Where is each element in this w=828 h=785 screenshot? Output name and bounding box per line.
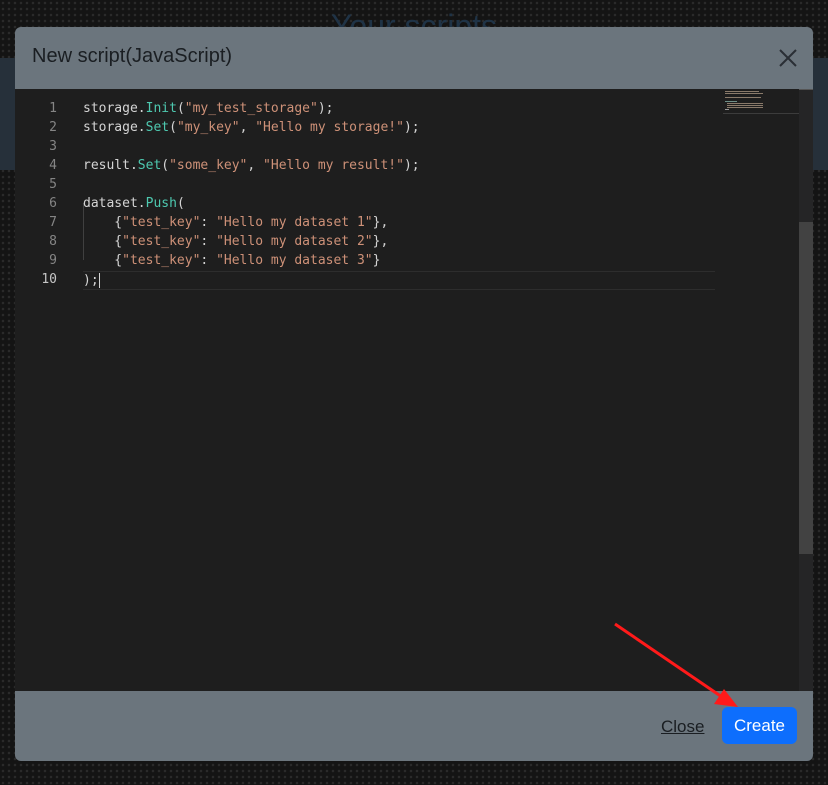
code-token: Set xyxy=(145,120,170,135)
code-token: { xyxy=(83,234,123,249)
code-token: : xyxy=(200,253,217,268)
code-token: "test_key" xyxy=(122,215,201,230)
code-token: Set xyxy=(137,158,162,173)
code-token: Push xyxy=(145,196,177,211)
code-token: , xyxy=(247,158,264,173)
code-line[interactable]: result.Set("some_key", "Hello my result!… xyxy=(83,156,420,175)
modal-title: New script(JavaScript) xyxy=(32,45,233,67)
code-token: "Hello my dataset 2" xyxy=(216,234,373,249)
code-token: "test_key" xyxy=(122,253,201,268)
code-token: }, xyxy=(372,234,389,249)
code-token: ); xyxy=(317,101,334,116)
code-token: "Hello my dataset 3" xyxy=(216,253,373,268)
code-token: result. xyxy=(83,158,138,173)
code-token: ); xyxy=(403,120,420,135)
scrollbar-top-edge xyxy=(799,89,813,90)
line-number: 5 xyxy=(49,177,57,192)
line-number-gutter: 1 2 3 4 5 6 7 8 9 10 xyxy=(15,89,77,691)
code-token: { xyxy=(83,215,123,230)
scrollbar-thumb[interactable] xyxy=(799,222,813,554)
editor-scrollbar[interactable] xyxy=(799,89,813,691)
code-token: "Hello my result!" xyxy=(263,158,404,173)
code-token: ( xyxy=(176,101,185,116)
code-token: { xyxy=(83,253,123,268)
line-number: 3 xyxy=(49,139,57,154)
code-token: : xyxy=(200,215,217,230)
code-line[interactable]: {"test_key": "Hello my dataset 3"} xyxy=(83,251,380,270)
text-cursor xyxy=(98,273,100,288)
code-token: "my_key" xyxy=(176,120,240,135)
code-token: "Hello my storage!" xyxy=(255,120,404,135)
code-token: "test_key" xyxy=(122,234,201,249)
code-editor[interactable]: 1 2 3 4 5 6 7 8 9 10 storage.Init("my_test_storag… xyxy=(15,89,813,691)
code-line[interactable]: storage.Init("my_test_storage"); xyxy=(83,99,333,118)
code-token: storage. xyxy=(83,101,146,116)
code-token: ); xyxy=(403,158,420,173)
code-line[interactable]: {"test_key": "Hello my dataset 2"}, xyxy=(83,232,388,251)
line-number: 10 xyxy=(41,272,57,287)
code-token: }, xyxy=(372,215,389,230)
code-area[interactable]: storage.Init("my_test_storage"); storage.… xyxy=(83,89,723,691)
line-number: 9 xyxy=(49,253,57,268)
code-line[interactable]: {"test_key": "Hello my dataset 1"}, xyxy=(83,213,388,232)
code-line[interactable]: storage.Set("my_key", "Hello my storage!… xyxy=(83,118,420,137)
code-token: "some_key" xyxy=(169,158,248,173)
code-token: , xyxy=(239,120,256,135)
line-number: 7 xyxy=(49,215,57,230)
code-line[interactable]: dataset.Push( xyxy=(83,194,185,213)
modal-header: New script(JavaScript) xyxy=(15,27,813,89)
code-token: storage. xyxy=(83,120,146,135)
line-number: 6 xyxy=(49,196,57,211)
code-token: } xyxy=(372,253,381,268)
line-number: 4 xyxy=(49,158,57,173)
code-token: ( xyxy=(169,120,177,135)
close-x-icon[interactable] xyxy=(777,47,799,69)
code-token: ( xyxy=(161,158,170,173)
minimap[interactable] xyxy=(723,89,799,114)
code-token: Init xyxy=(145,101,177,116)
line-number: 8 xyxy=(49,234,57,249)
close-button[interactable]: Close xyxy=(661,717,704,737)
code-token: "Hello my dataset 1" xyxy=(216,215,373,230)
new-script-modal: New script(JavaScript) 1 2 3 4 5 6 7 8 9 10 stora… xyxy=(15,27,813,761)
code-token: dataset. xyxy=(83,196,146,211)
line-number: 1 xyxy=(49,101,57,116)
code-token: : xyxy=(200,234,217,249)
code-token: ( xyxy=(176,196,185,211)
create-button[interactable]: Create xyxy=(722,707,797,744)
code-token: ); xyxy=(83,273,99,288)
code-line[interactable]: ); xyxy=(83,271,715,290)
line-number: 2 xyxy=(49,120,57,135)
code-token: "my_test_storage" xyxy=(184,101,318,116)
